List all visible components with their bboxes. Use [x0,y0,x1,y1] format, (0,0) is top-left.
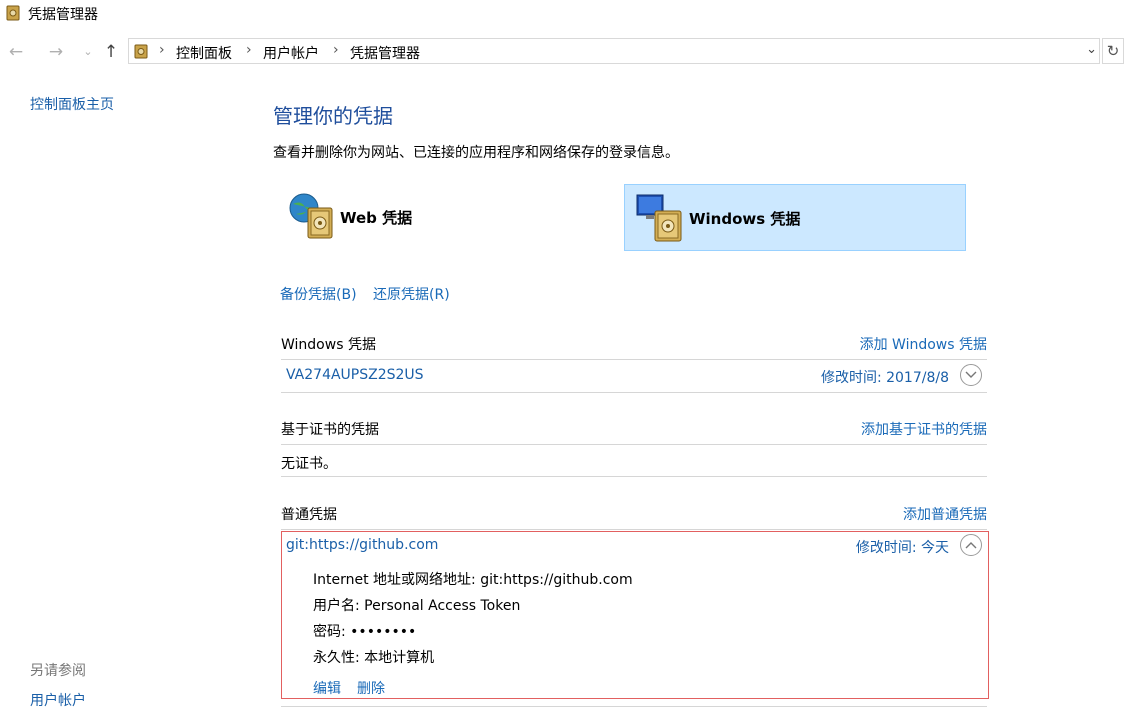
collapse-chevron-icon[interactable] [960,534,982,556]
generic-credentials-section-title: 普通凭据 [281,507,337,523]
credential-item-modified[interactable]: 修改时间: 今天 [856,537,949,557]
breadcrumb-control-panel[interactable]: 控制面板 [176,43,232,63]
divider [281,444,987,445]
address-bar[interactable]: › 控制面板 › 用户帐户 › 凭据管理器 ⌄ [128,38,1100,64]
control-panel-home-link[interactable]: 控制面板主页 [30,94,114,114]
arrow-up-icon[interactable]: ↑ [101,42,121,62]
see-also-label: 另请参阅 [30,663,86,679]
window-title: 凭据管理器 [28,7,98,23]
web-credentials-icon [289,193,333,239]
edit-credential-link[interactable]: 编辑 [313,678,341,698]
detail-label: 密码: [313,624,346,640]
detail-username: 用户名: Personal Access Token [313,595,520,615]
detail-address: Internet 地址或网络地址: git:https://github.com [313,569,633,589]
page-description: 查看并删除你为网站、已连接的应用程序和网络保存的登录信息。 [273,145,679,161]
detail-value: Personal Access Token [364,598,521,614]
detail-label: 用户名: [313,598,360,614]
expand-chevron-icon[interactable] [960,364,982,386]
detail-persistence: 永久性: 本地计算机 [313,647,434,667]
chevron-right-icon[interactable]: › [246,42,252,58]
web-credentials-label: Web 凭据 [340,209,413,227]
chevron-down-icon[interactable]: ⌄ [78,42,98,62]
no-certificates-text: 无证书。 [281,456,337,472]
windows-credentials-icon [636,194,682,242]
page-title: 管理你的凭据 [273,104,393,128]
chevron-right-icon[interactable]: › [333,42,339,58]
refresh-icon[interactable]: ↻ [1102,38,1124,64]
certificate-credentials-section-title: 基于证书的凭据 [281,422,379,438]
breadcrumb-user-accounts[interactable]: 用户帐户 [263,43,319,63]
divider [281,706,987,707]
chevron-right-icon: › [159,42,165,58]
user-accounts-link[interactable]: 用户帐户 [30,690,86,710]
divider [281,529,987,530]
credential-item-name[interactable]: git:https://github.com [286,537,438,553]
detail-label: Internet 地址或网络地址: [313,572,476,588]
title-bar: 凭据管理器 [0,0,1133,28]
breadcrumb-credential-manager[interactable]: 凭据管理器 [350,43,420,63]
windows-credentials-label: Windows 凭据 [689,210,801,228]
credential-item-modified[interactable]: 修改时间: 2017/8/8 [821,367,949,387]
windows-credentials-section-title: Windows 凭据 [281,337,376,353]
navigation-bar: ← → ⌄ ↑ › 控制面板 › 用户帐户 › 凭据管理器 ⌄ ↻ [0,38,1133,68]
divider [281,392,987,393]
detail-password: 密码: •••••••• [313,621,416,641]
delete-credential-link[interactable]: 删除 [357,678,385,698]
detail-value: git:https://github.com [480,572,633,588]
add-generic-credential-link[interactable]: 添加普通凭据 [903,504,987,524]
arrow-right-icon[interactable]: → [46,42,66,62]
credential-vault-icon [6,5,20,21]
windows-credentials-tile[interactable]: Windows 凭据 [624,184,966,251]
divider [281,476,987,477]
detail-label: 永久性: [313,650,360,666]
detail-value: 本地计算机 [364,650,435,666]
web-credentials-tile[interactable]: Web 凭据 [282,184,612,251]
address-dropdown-icon[interactable]: ⌄ [1086,42,1097,57]
divider [281,359,987,360]
arrow-left-icon[interactable]: ← [6,42,26,62]
credential-item-name[interactable]: VA274AUPSZ2S2US [286,367,424,383]
credential-vault-icon [134,44,148,59]
detail-value: •••••••• [350,624,417,640]
add-windows-credential-link[interactable]: 添加 Windows 凭据 [860,334,987,354]
restore-credentials-link[interactable]: 还原凭据(R) [373,284,450,304]
backup-credentials-link[interactable]: 备份凭据(B) [280,284,357,304]
add-certificate-credential-link[interactable]: 添加基于证书的凭据 [861,419,987,439]
